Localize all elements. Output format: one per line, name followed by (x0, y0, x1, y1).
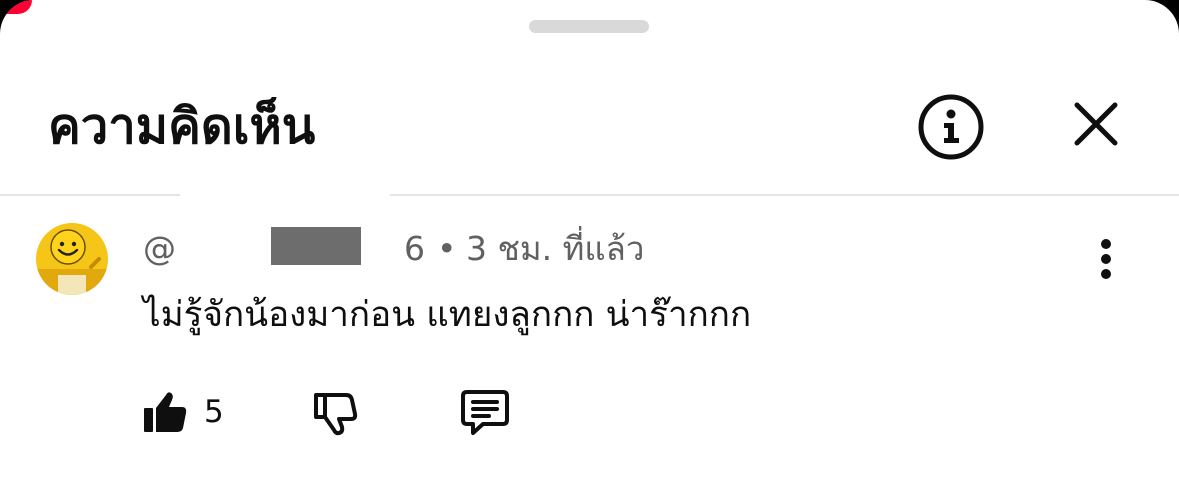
reply-button[interactable] (458, 384, 514, 440)
comments-sheet: ความคิดเห็น @ 6 • 3 ชม. ที่แล้ว ไม่รู้จั… (0, 0, 1179, 489)
more-vertical-icon (1101, 239, 1111, 279)
like-count: 5 (204, 394, 224, 430)
avatar[interactable] (36, 223, 108, 295)
drag-handle[interactable] (529, 20, 649, 33)
comment-body: ไม่รู้จักน้องมาก่อน แทยงลูกกก น่าร๊ากกก (143, 295, 752, 335)
redacted-username (271, 227, 361, 265)
divider-gap (180, 190, 390, 202)
more-options-button[interactable] (1086, 232, 1126, 288)
author-handle-suffix[interactable]: 6 (404, 226, 425, 272)
smiley-avatar-icon (36, 223, 108, 295)
info-circle-icon (918, 94, 984, 160)
like-button[interactable]: 5 (140, 384, 224, 440)
close-button[interactable] (1062, 90, 1130, 158)
reply-comment-icon (461, 390, 509, 435)
meta-separator: • (437, 229, 457, 268)
comment-meta: @ 6 • 3 ชม. ที่แล้ว (143, 226, 843, 272)
close-x-icon (1074, 102, 1118, 146)
info-button[interactable] (914, 90, 988, 164)
thumbs-up-filled-icon (144, 392, 187, 432)
comment-timestamp: 3 ชม. ที่แล้ว (466, 229, 645, 268)
author-handle[interactable]: @ (143, 226, 176, 272)
dislike-button[interactable] (310, 384, 366, 440)
notification-dot (0, 0, 32, 14)
header-divider (0, 194, 1179, 196)
page-title: ความคิดเห็น (48, 98, 316, 155)
thumbs-down-outline-icon (314, 393, 358, 436)
